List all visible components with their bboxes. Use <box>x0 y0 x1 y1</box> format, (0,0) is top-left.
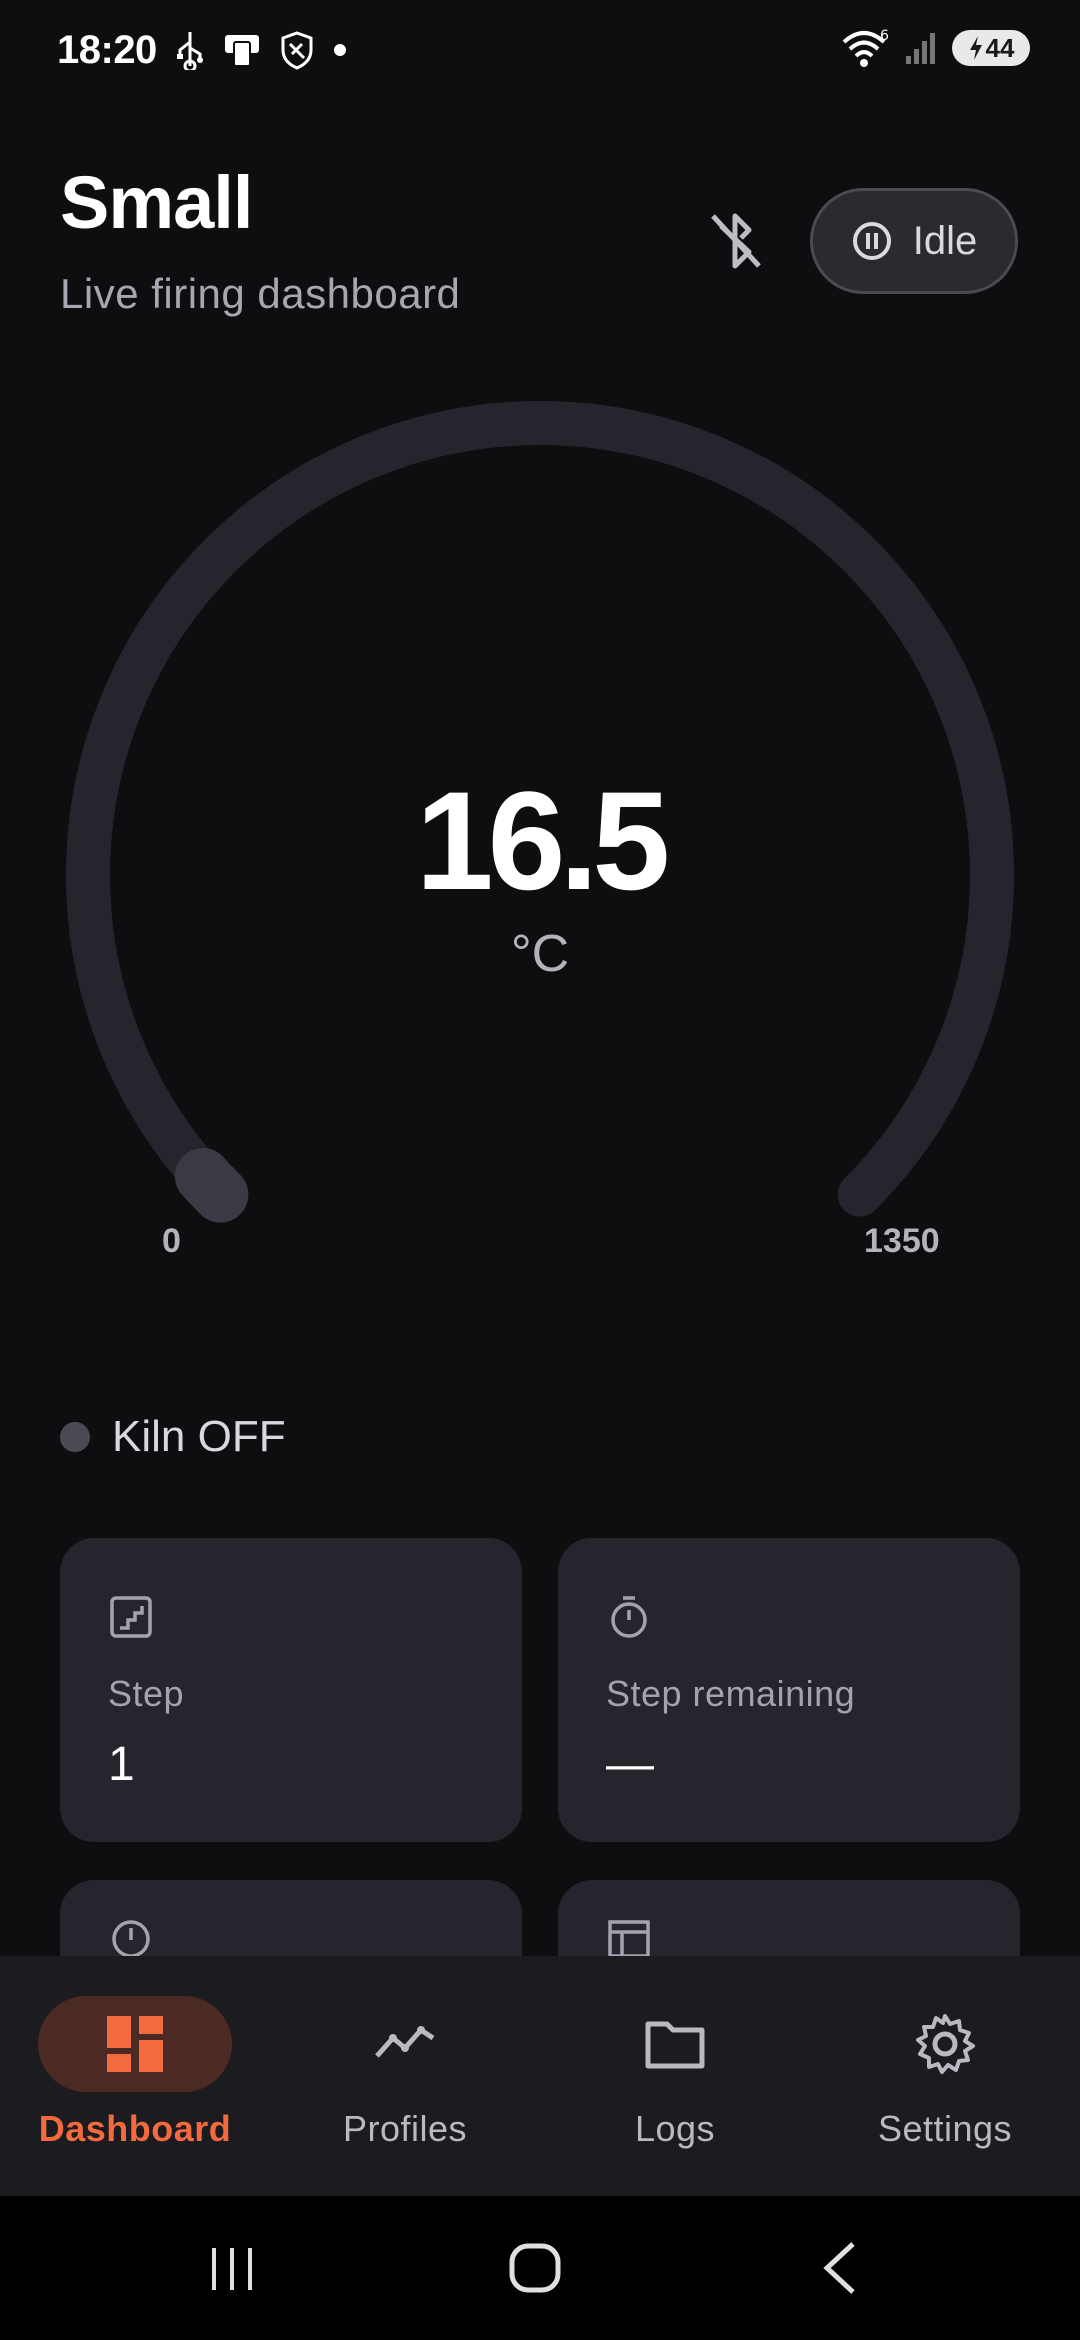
usb-icon <box>177 32 203 70</box>
nav-logs-label: Logs <box>634 2108 716 2149</box>
page-title: Small <box>60 161 253 244</box>
kiln-status-dot <box>60 1422 90 1452</box>
nav-dashboard-label: Dashboard <box>38 2108 232 2149</box>
card-step-remaining-label: Step remaining <box>606 1673 856 1714</box>
chart-line-icon <box>375 2026 435 2058</box>
status-bar: 18:20 6 44 <box>0 0 1080 100</box>
gauge-max-label: 1350 <box>864 1222 940 1260</box>
status-pill-label: Idle <box>912 218 978 263</box>
kiln-status-label: Kiln OFF <box>112 1412 286 1461</box>
page-subtitle: Live firing dashboard <box>60 270 461 317</box>
nav-settings[interactable]: Settings <box>810 1956 1080 2196</box>
status-right-icons: 6 44 <box>840 28 1030 68</box>
wifi-6-icon: 6 <box>842 28 889 67</box>
nav-logs[interactable]: Logs <box>540 1956 810 2196</box>
recents-icon[interactable] <box>198 2236 268 2300</box>
gauge-min-label: 0 <box>162 1222 181 1260</box>
shield-icon <box>281 31 313 70</box>
nav-dashboard[interactable]: Dashboard <box>0 1956 270 2196</box>
card-step-remaining: Step remaining — <box>558 1538 1020 1842</box>
folder-icon <box>645 2021 705 2069</box>
card-step-label: Step <box>108 1673 185 1714</box>
timer-icon <box>611 1596 647 1638</box>
gauge-fill <box>174 1148 249 1223</box>
temperature-unit: °C <box>510 925 570 983</box>
step-chart-icon <box>110 1596 152 1638</box>
phone-card-icon <box>225 35 259 67</box>
temperature-value: 16.5 <box>415 762 670 919</box>
battery-charging-icon: 44 <box>952 30 1030 66</box>
status-left-icons <box>176 30 348 70</box>
card-step-value: 1 <box>108 1738 135 1791</box>
bottom-navigation: Dashboard Profiles Logs Settings <box>0 1956 1080 2196</box>
back-icon[interactable] <box>805 2236 875 2300</box>
kiln-status: Kiln OFF <box>60 1412 286 1462</box>
nav-settings-label: Settings <box>877 2108 1013 2149</box>
home-icon[interactable] <box>500 2236 570 2300</box>
svg-text:6: 6 <box>880 28 889 44</box>
gear-icon <box>916 2014 975 2074</box>
nav-profiles-label: Profiles <box>342 2108 468 2149</box>
status-pill-idle[interactable]: Idle <box>810 188 1018 294</box>
bluetooth-disabled-icon[interactable] <box>705 208 767 274</box>
dashboard-icon <box>107 2016 163 2072</box>
notification-dot-icon <box>334 44 346 56</box>
card-step: Step 1 <box>60 1538 522 1842</box>
system-navigation-bar <box>0 2196 1080 2340</box>
status-time: 18:20 <box>57 28 157 72</box>
nav-profiles[interactable]: Profiles <box>270 1956 540 2196</box>
battery-level: 44 <box>985 32 1015 63</box>
signal-icon <box>906 33 935 64</box>
card-step-remaining-value: — <box>606 1738 654 1791</box>
pause-circle-icon <box>852 222 891 260</box>
